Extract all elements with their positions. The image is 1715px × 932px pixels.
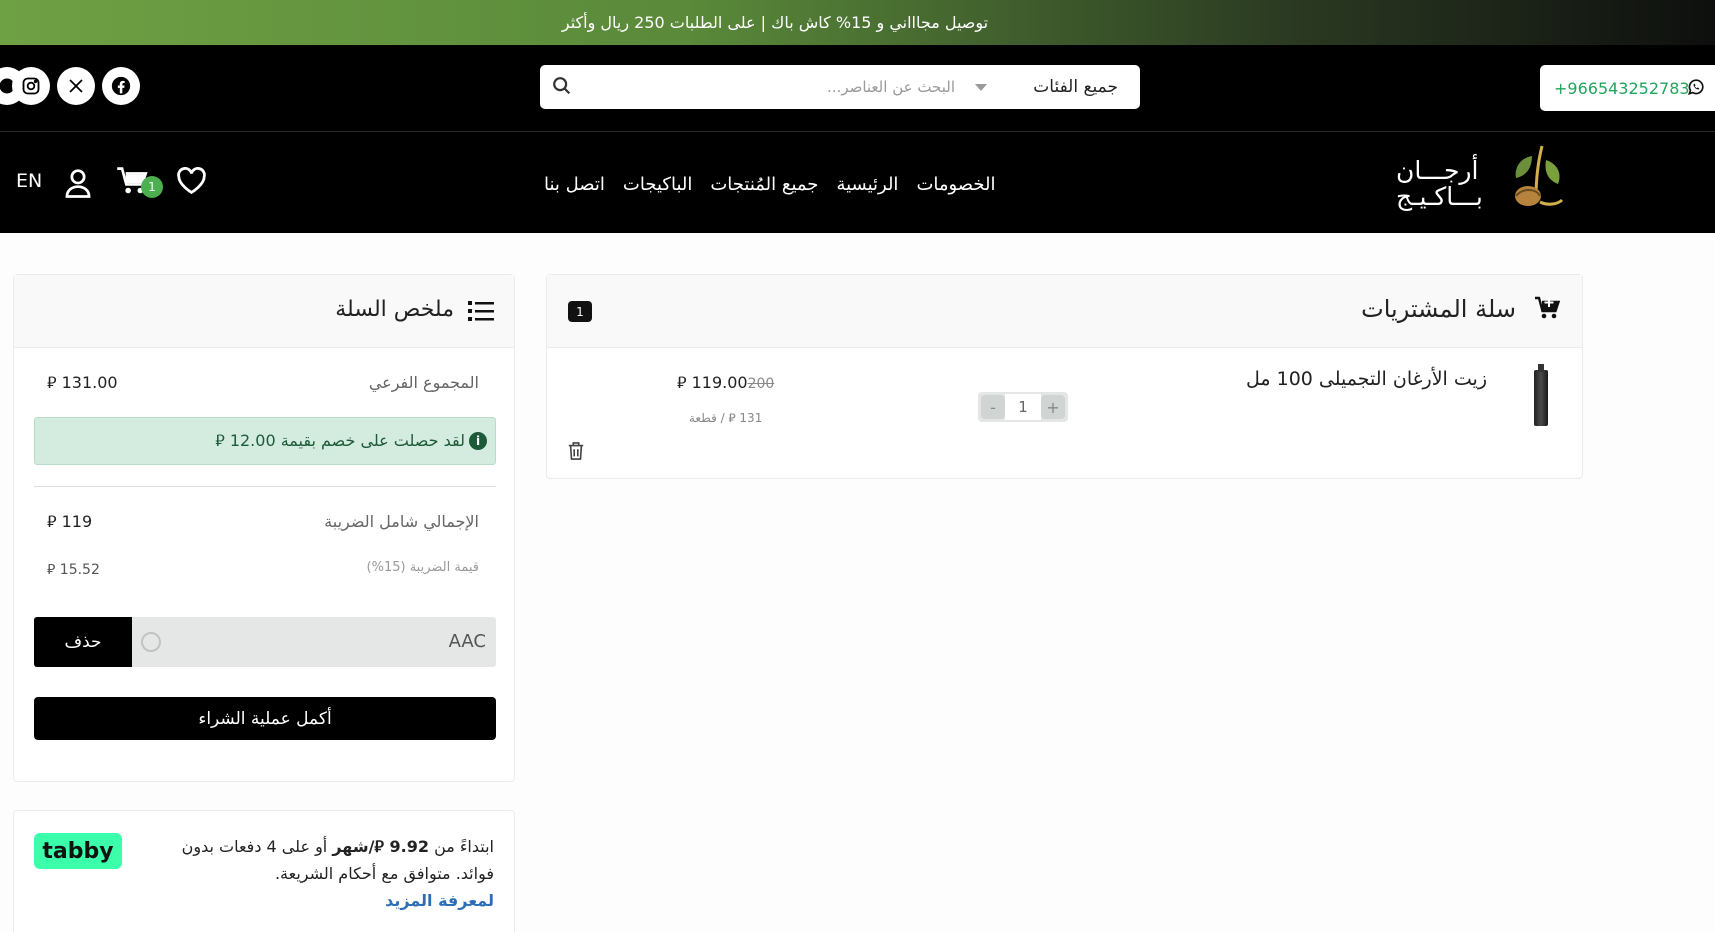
product-price-old: 200	[747, 376, 775, 392]
cart-title: سلة المشتريات	[1361, 295, 1516, 323]
tabby-installments-card: tabby ابتداءً من 9.92 ⃁/شهر أو على 4 دفع…	[13, 810, 515, 932]
info-icon: i	[469, 432, 487, 450]
quantity-decrease-button[interactable]: -	[981, 395, 1005, 419]
product-image[interactable]	[1534, 364, 1548, 426]
subtotal-row: المجموع الفرعي 131.00 ⃁	[34, 373, 494, 401]
tabby-amount: 9.92 ⃁/شهر	[332, 837, 429, 856]
x-icon[interactable]	[57, 67, 95, 105]
total-row: الإجمالي شامل الضريبة 119 ⃁	[34, 512, 494, 540]
facebook-icon[interactable]	[102, 67, 140, 105]
main-navbar: EN 1 اتصل بنا الباكيجات جميع المُنتجات ا…	[0, 131, 1715, 233]
quantity-increase-button[interactable]: +	[1041, 395, 1065, 419]
coupon-input[interactable]: AAC	[449, 631, 486, 652]
category-select[interactable]: جميع الفئات	[1033, 65, 1118, 109]
product-price-current: 119.00 ⃁	[677, 373, 748, 392]
site-logo[interactable]: أرجـــان بـــاكـيـج	[1392, 142, 1564, 222]
subtotal-label: المجموع الفرعي	[368, 373, 479, 392]
total-value: 119 ⃁	[47, 512, 93, 531]
summary-header: ملخص السلة	[14, 275, 514, 348]
total-label: الإجمالي شامل الضريبة	[324, 512, 479, 531]
main-menu: اتصل بنا الباكيجات جميع المُنتجات الرئيس…	[544, 174, 996, 204]
discount-text: لقد حصلت على خصم بقيمة 12.00 ⃁	[215, 431, 465, 450]
tabby-logo: tabby	[34, 833, 122, 869]
nav-discounts[interactable]: الخصومات	[916, 174, 995, 204]
top-bar: جميع الفئات البحث عن العناصر... +9665432…	[0, 45, 1715, 131]
instagram-icon[interactable]	[12, 67, 50, 105]
logo-text-2: بـــاكـيـج	[1396, 182, 1483, 211]
tabby-prefix: ابتداءً من	[428, 837, 494, 856]
trash-icon[interactable]	[567, 441, 585, 465]
chevron-down-icon[interactable]	[975, 84, 987, 91]
subtotal-value: 131.00 ⃁	[47, 373, 118, 392]
argan-leaf-icon	[1515, 145, 1564, 206]
search-input[interactable]: البحث عن العناصر...	[827, 65, 955, 109]
summary-title: ملخص السلة	[335, 297, 454, 322]
nav-home[interactable]: الرئيسية	[836, 174, 898, 204]
loading-spinner-icon	[141, 632, 161, 652]
cart-items-count: 1	[568, 301, 592, 322]
promo-banner: توصيل مجاااني و 15% كاش باك | على الطلبا…	[0, 0, 1715, 45]
checkout-button[interactable]: أكمل عملية الشراء	[34, 697, 496, 740]
heart-icon[interactable]	[176, 167, 207, 199]
tax-label: قيمة الضريبة (15%)	[366, 560, 479, 575]
nav-all-products[interactable]: جميع المُنتجات	[710, 174, 818, 204]
unit-price: 131 ⃁ / قطعة	[689, 411, 763, 425]
tax-value: 15.52 ⃁	[47, 562, 100, 578]
quantity-stepper: - 1 +	[978, 392, 1068, 422]
phone-number: +966543252783	[1554, 78, 1690, 98]
product-name[interactable]: زيت الأرغان التجميلى 100 مل	[1246, 368, 1487, 390]
cart-header: سلة المشتريات 1	[547, 275, 1582, 348]
search-bar[interactable]: جميع الفئات البحث عن العناصر...	[540, 65, 1140, 109]
promo-text: توصيل مجاااني و 15% كاش باك | على الطلبا…	[561, 13, 989, 32]
cart-summary-card: ملخص السلة المجموع الفرعي 131.00 ⃁ i لقد…	[13, 274, 515, 782]
whatsapp-phone-button[interactable]: +966543252783	[1540, 65, 1715, 111]
cart-count-badge: 1	[141, 176, 163, 198]
discount-alert: i لقد حصلت على خصم بقيمة 12.00 ⃁	[34, 417, 496, 465]
remove-coupon-button[interactable]: حذف	[34, 617, 132, 667]
product-price: 119.00 ⃁200	[677, 373, 774, 393]
whatsapp-icon	[1686, 77, 1706, 101]
tabby-text: ابتداءً من 9.92 ⃁/شهر أو على 4 دفعات بدو…	[144, 833, 494, 914]
shopping-cart-card: سلة المشتريات 1 زيت الأرغان التجميلى 100…	[546, 274, 1583, 479]
cart-plus-icon	[1534, 295, 1562, 327]
tabby-learn-more-link[interactable]: لمعرفة المزيد	[385, 891, 494, 910]
list-icon	[468, 300, 494, 326]
nav-contact-us[interactable]: اتصل بنا	[544, 174, 605, 204]
coupon-field: AAC حذف	[34, 617, 496, 667]
language-switch[interactable]: EN	[16, 170, 42, 192]
quantity-input[interactable]: 1	[1005, 394, 1041, 420]
nav-packages[interactable]: الباكيجات	[623, 174, 692, 204]
user-icon[interactable]	[63, 167, 93, 203]
logo-text-1: أرجـــان	[1396, 156, 1479, 185]
tax-row: قيمة الضريبة (15%) 15.52 ⃁	[34, 560, 494, 588]
search-icon[interactable]	[551, 75, 573, 101]
summary-divider	[34, 486, 496, 487]
